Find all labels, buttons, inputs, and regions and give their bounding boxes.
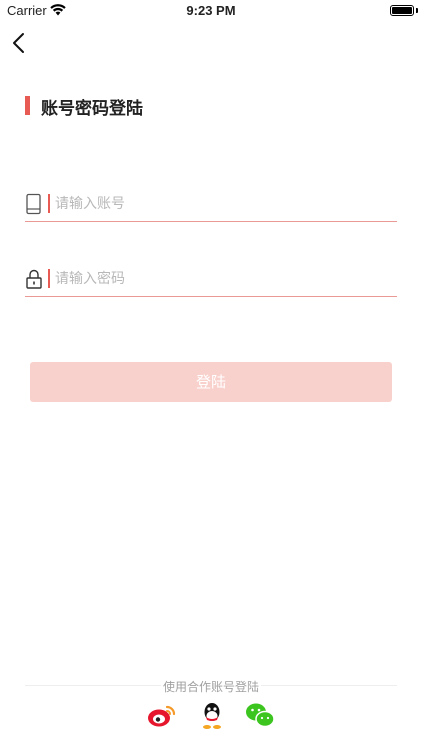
weibo-icon[interactable] bbox=[146, 700, 178, 730]
password-field bbox=[25, 263, 397, 297]
account-input[interactable] bbox=[55, 191, 385, 217]
wechat-icon[interactable] bbox=[244, 700, 276, 730]
account-field bbox=[25, 188, 397, 222]
password-input[interactable] bbox=[55, 266, 385, 292]
partner-login-label: 使用合作账号登陆 bbox=[160, 680, 261, 694]
title-accent-bar bbox=[25, 96, 30, 115]
back-button[interactable] bbox=[8, 30, 30, 56]
status-time: 9:23 PM bbox=[186, 3, 236, 18]
partner-login-title: 使用合作账号登陆 bbox=[0, 678, 422, 695]
status-bar: Carrier 9:23 PM bbox=[0, 0, 422, 22]
page-title: 账号密码登陆 bbox=[41, 99, 143, 119]
battery-icon bbox=[390, 5, 414, 16]
phone-icon bbox=[26, 193, 41, 215]
battery-tip bbox=[416, 8, 418, 13]
account-cursor bbox=[48, 194, 50, 213]
login-button[interactable]: 登陆 bbox=[30, 362, 392, 402]
lock-icon bbox=[26, 269, 42, 289]
qq-icon[interactable] bbox=[196, 700, 228, 730]
password-cursor bbox=[48, 269, 50, 288]
login-screen: Carrier 9:23 PM 账号密码登陆 登陆 使用合作账 bbox=[0, 0, 422, 750]
